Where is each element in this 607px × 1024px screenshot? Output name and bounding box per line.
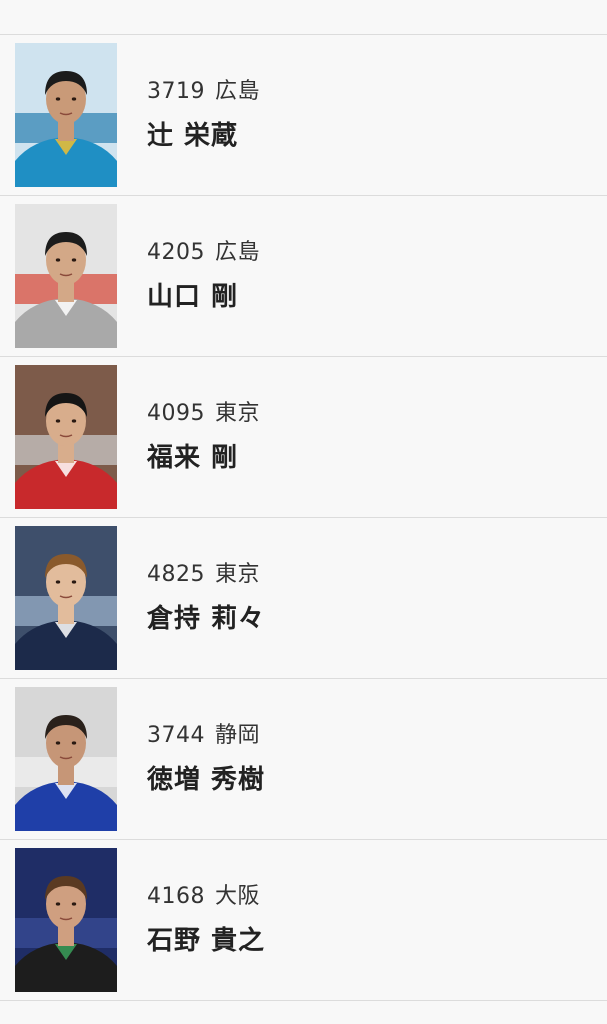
racer-list: 3719 広島 辻 栄蔵 4205 広島 山口 剛 4095 東京 福来 剛 4825… bbox=[0, 35, 607, 1001]
racer-region: 東京 bbox=[215, 401, 261, 426]
racer-meta: 3719 広島 bbox=[147, 79, 260, 105]
racer-number: 4095 bbox=[147, 401, 205, 426]
racer-region: 大阪 bbox=[215, 884, 261, 909]
racer-info: 3744 静岡 徳増 秀樹 bbox=[147, 723, 265, 795]
racer-region: 東京 bbox=[215, 562, 261, 587]
racer-row[interactable]: 3719 広島 辻 栄蔵 bbox=[0, 35, 607, 196]
racer-row[interactable]: 4825 東京 倉持 莉々 bbox=[0, 518, 607, 679]
racer-photo bbox=[15, 526, 117, 670]
racer-photo bbox=[15, 848, 117, 992]
racer-number: 4205 bbox=[147, 240, 205, 265]
racer-region: 広島 bbox=[215, 79, 261, 104]
racer-row[interactable]: 3744 静岡 徳増 秀樹 bbox=[0, 679, 607, 840]
racer-photo bbox=[15, 687, 117, 831]
racer-meta: 3744 静岡 bbox=[147, 723, 265, 749]
racer-photo bbox=[15, 365, 117, 509]
racer-number: 3744 bbox=[147, 723, 205, 748]
racer-row[interactable]: 4205 広島 山口 剛 bbox=[0, 196, 607, 357]
racer-photo bbox=[15, 43, 117, 187]
racer-info: 4168 大阪 石野 貴之 bbox=[147, 884, 265, 956]
racer-meta: 4205 広島 bbox=[147, 240, 260, 266]
racer-row[interactable]: 4095 東京 福来 剛 bbox=[0, 357, 607, 518]
racer-meta: 4168 大阪 bbox=[147, 884, 265, 910]
bottom-strip bbox=[0, 1001, 607, 1021]
racer-number: 4168 bbox=[147, 884, 205, 909]
racer-name: 石野 貴之 bbox=[147, 926, 266, 956]
top-strip bbox=[0, 0, 607, 35]
racer-info: 4095 東京 福来 剛 bbox=[147, 401, 260, 473]
racer-info: 4825 東京 倉持 莉々 bbox=[147, 562, 265, 634]
racer-photo bbox=[15, 204, 117, 348]
racer-meta: 4825 東京 bbox=[147, 562, 265, 588]
racer-region: 静岡 bbox=[215, 723, 261, 748]
racer-name: 徳増 秀樹 bbox=[147, 765, 266, 795]
racer-info: 3719 広島 辻 栄蔵 bbox=[147, 79, 260, 151]
racer-name: 倉持 莉々 bbox=[147, 604, 266, 634]
racer-name: 福来 剛 bbox=[147, 443, 239, 473]
racer-meta: 4095 東京 bbox=[147, 401, 260, 427]
racer-name: 山口 剛 bbox=[147, 282, 239, 312]
racer-number: 3719 bbox=[147, 79, 205, 104]
racer-row[interactable]: 4168 大阪 石野 貴之 bbox=[0, 840, 607, 1001]
racer-region: 広島 bbox=[215, 240, 261, 265]
racer-name: 辻 栄蔵 bbox=[147, 121, 239, 151]
racer-number: 4825 bbox=[147, 562, 205, 587]
racer-info: 4205 広島 山口 剛 bbox=[147, 240, 260, 312]
